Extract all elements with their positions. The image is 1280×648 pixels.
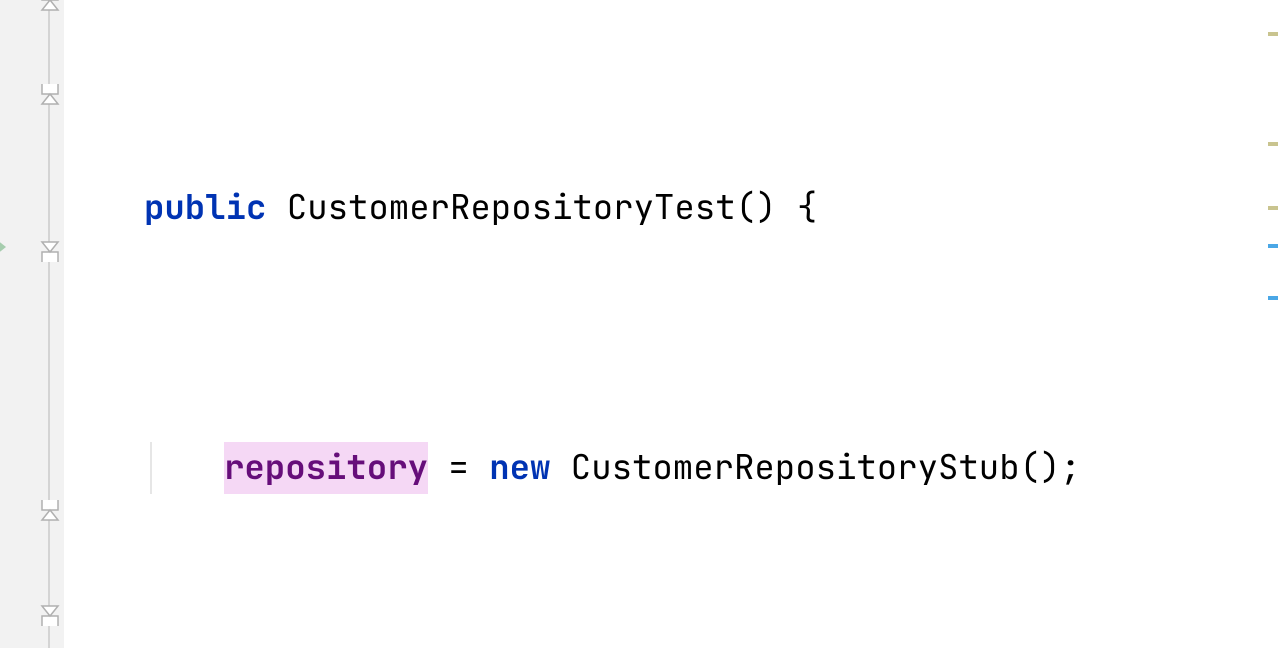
code-line[interactable]: repository = new CustomerRepositoryStub(…	[64, 442, 1268, 494]
fold-collapse-icon[interactable]	[38, 240, 62, 264]
code-editor[interactable]: public CustomerRepositoryTest () { repos…	[64, 0, 1268, 648]
keyword-new: new	[489, 442, 550, 494]
marker-warning-icon[interactable]	[1268, 142, 1278, 146]
fold-collapse-icon[interactable]	[38, 604, 62, 628]
marker-strip[interactable]	[1268, 0, 1280, 648]
marker-warning-icon[interactable]	[1268, 32, 1278, 36]
editor-gutter	[0, 0, 64, 648]
code-line[interactable]: public CustomerRepositoryTest () {	[64, 182, 1268, 234]
marker-info-icon[interactable]	[1268, 244, 1278, 248]
fold-expand-icon[interactable]	[38, 0, 62, 12]
marker-info-icon[interactable]	[1268, 296, 1278, 300]
indent-guide	[150, 442, 152, 494]
fold-expand-icon[interactable]	[38, 82, 62, 106]
keyword-public: public	[144, 182, 266, 234]
run-test-marker-icon[interactable]	[0, 239, 6, 255]
field-repository: repository	[224, 442, 428, 494]
marker-warning-icon[interactable]	[1268, 206, 1278, 210]
constructor-name: CustomerRepositoryTest	[287, 182, 736, 234]
fold-expand-icon[interactable]	[38, 498, 62, 522]
